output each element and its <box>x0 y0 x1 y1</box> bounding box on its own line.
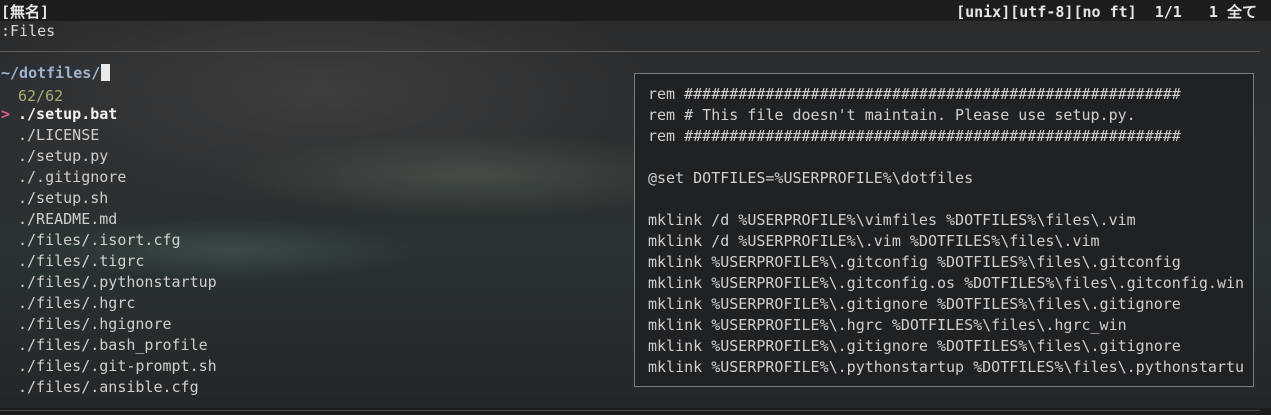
file-list-item[interactable]: ./.gitignore <box>0 167 217 188</box>
finder-prompt[interactable]: ~/dotfiles/ <box>1 64 111 82</box>
preview-line: mklink %USERPROFILE%\.pythonstartup %DOT… <box>648 358 1245 376</box>
file-info: [unix][utf-8][no ft] 1/1 1 全て <box>956 3 1257 21</box>
file-path: ./files/.ansible.cfg <box>18 378 199 396</box>
file-path: ./files/.tigrc <box>18 252 145 270</box>
file-list-item[interactable]: ./setup.py <box>0 146 217 167</box>
file-path: ./files/.pythonstartup <box>18 273 217 291</box>
file-path: ./files/.bash_profile <box>18 336 208 354</box>
file-preview: rem ####################################… <box>634 73 1254 387</box>
file-list-item[interactable]: ./files/.hgignore <box>0 314 217 335</box>
preview-line: mklink %USERPROFILE%\.gitconfig.os %DOTF… <box>648 274 1245 292</box>
match-counter: 62/62 <box>18 87 64 105</box>
preview-line: @set DOTFILES=%USERPROFILE%\dotfiles <box>648 169 974 187</box>
file-list-item[interactable]: ./setup.sh <box>0 188 217 209</box>
command-line[interactable]: :Files <box>1 22 55 40</box>
file-path: ./README.md <box>18 210 118 228</box>
selection-marker: > <box>1 105 11 123</box>
file-path: ./files/.git-prompt.sh <box>18 357 217 375</box>
preview-line: mklink /d %USERPROFILE%\.vim %DOTFILES%\… <box>648 232 1100 250</box>
bottom-rule <box>0 410 1260 411</box>
preview-line: rem # This file doesn't maintain. Please… <box>648 106 1136 124</box>
file-path: ./LICENSE <box>18 126 100 144</box>
file-list-item[interactable]: ./files/.git-prompt.sh <box>0 356 217 377</box>
file-list-item[interactable]: ./files/.tigrc <box>0 251 217 272</box>
file-path: ./files/.hgignore <box>18 315 172 333</box>
file-path: ./setup.py <box>18 147 109 165</box>
file-list-item[interactable]: ./files/.hgrc <box>0 293 217 314</box>
file-list-item[interactable]: > ./setup.bat <box>0 104 217 125</box>
file-list-item[interactable]: ./LICENSE <box>0 125 217 146</box>
text-cursor <box>101 64 111 81</box>
file-list-item[interactable]: ./files/.isort.cfg <box>0 230 217 251</box>
file-list-item[interactable]: ./README.md <box>0 209 217 230</box>
file-list-item[interactable]: ./files/.ansible.cfg <box>0 377 217 398</box>
file-path: ./setup.sh <box>18 189 109 207</box>
separator <box>0 51 1260 52</box>
preview-line: rem ####################################… <box>648 127 1181 145</box>
preview-line: mklink /d %USERPROFILE%\vimfiles %DOTFIL… <box>648 211 1136 229</box>
file-path: ./files/.isort.cfg <box>18 231 181 249</box>
buffer-name: [無名] <box>1 3 50 21</box>
prompt-text: ~/dotfiles/ <box>1 64 101 82</box>
file-list-item[interactable]: ./files/.bash_profile <box>0 335 217 356</box>
file-path: ./setup.bat <box>18 105 118 123</box>
file-path: ./files/.hgrc <box>18 294 136 312</box>
file-path: ./.gitignore <box>18 168 127 186</box>
preview-line: mklink %USERPROFILE%\.gitconfig %DOTFILE… <box>648 253 1181 271</box>
preview-line: mklink %USERPROFILE%\.gitignore %DOTFILE… <box>648 337 1181 355</box>
preview-line: mklink %USERPROFILE%\.hgrc %DOTFILES%\fi… <box>648 316 1127 334</box>
status-line: [無名] [unix][utf-8][no ft] 1/1 1 全て <box>0 0 1271 21</box>
file-list-item[interactable]: ./files/.pythonstartup <box>0 272 217 293</box>
bottom-bar <box>0 408 1271 415</box>
file-list: > ./setup.bat ./LICENSE ./setup.py ./.gitign… <box>0 104 217 398</box>
preview-line: rem ####################################… <box>648 85 1181 103</box>
preview-line: mklink %USERPROFILE%\.gitignore %DOTFILE… <box>648 295 1181 313</box>
